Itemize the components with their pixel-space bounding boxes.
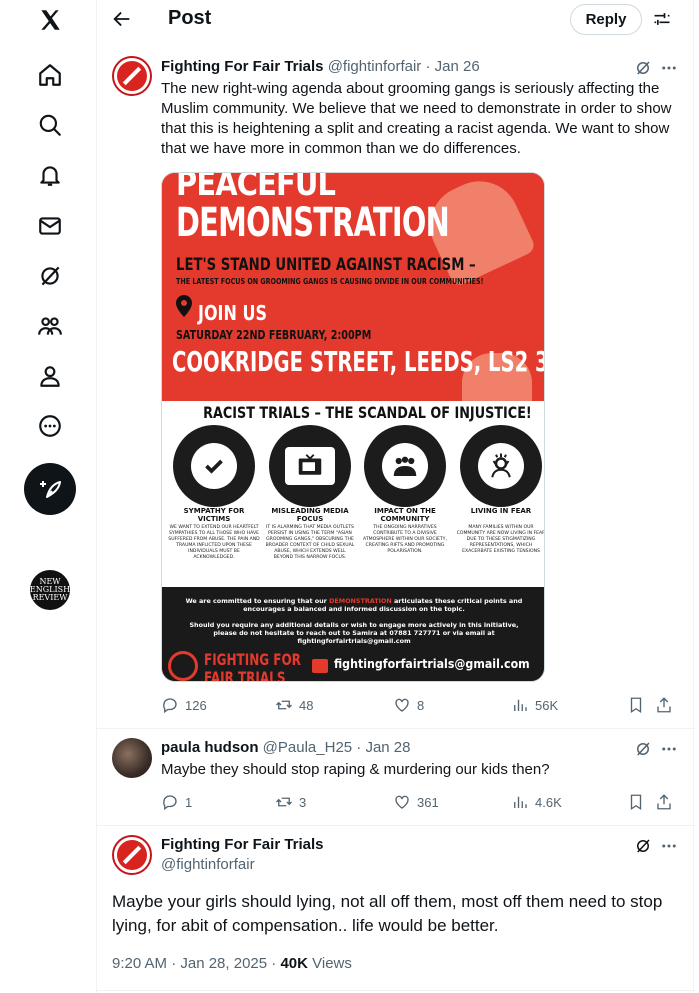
poster-join-us: JOIN US (198, 301, 267, 325)
views-chart-icon (514, 699, 527, 711)
share-icon (657, 697, 671, 713)
more-dots-icon[interactable] (659, 58, 679, 78)
community-group-icon (364, 425, 446, 507)
repost-action[interactable]: 3 (275, 791, 306, 813)
page-title: Post (168, 7, 212, 29)
tweet-header: Fighting For Fair Trials @fightinforfair… (161, 58, 480, 75)
x-logo-icon[interactable] (26, 0, 74, 44)
heart-icon (395, 795, 409, 809)
grok-icon[interactable] (633, 836, 653, 856)
settings-sliders-icon[interactable] (649, 6, 675, 32)
author-avatar[interactable] (112, 835, 152, 875)
like-action[interactable]: 8 (393, 694, 424, 716)
home-icon[interactable] (26, 51, 74, 99)
author-handle[interactable]: @Paula_H25 (263, 739, 352, 756)
divider (97, 728, 695, 729)
profile-icon[interactable] (26, 352, 74, 400)
repost-action[interactable]: 48 (275, 694, 313, 716)
notifications-bell-icon[interactable] (26, 151, 74, 199)
poster-location: COOKRIDGE STREET, LEEDS, LS2 3BA (172, 345, 545, 378)
share-action[interactable] (655, 791, 673, 813)
author-name[interactable]: paula hudson (161, 739, 259, 756)
search-icon[interactable] (26, 101, 74, 149)
tweet-date[interactable]: · Jan 26 (425, 58, 479, 75)
poster-column-title: LIVING IN FEAR (470, 507, 532, 515)
header: Post Reply (97, 0, 695, 38)
tweet-image-poster[interactable]: PEACEFUL DEMONSTRATION LET'S STAND UNITE… (161, 172, 545, 682)
tweet-timestamp: 9:20 AM · Jan 28, 2025 · 40K Views (112, 955, 352, 972)
grok-icon[interactable] (633, 739, 653, 759)
author-handle[interactable]: @fightinforfair (161, 856, 255, 873)
grok-icon[interactable] (633, 58, 653, 78)
org-logo-icon (168, 651, 198, 681)
poster-title: DEMONSTRATION (176, 200, 450, 246)
more-dots-icon[interactable] (659, 836, 679, 856)
share-icon (657, 794, 671, 810)
tweet-header: paula hudson @Paula_H25 · Jan 28 (161, 739, 411, 756)
reply-bubble-icon (163, 698, 177, 714)
more-dots-icon[interactable] (659, 739, 679, 759)
reply-button[interactable]: Reply (570, 4, 642, 35)
compose-post-button[interactable] (24, 463, 76, 515)
reply-bubble-icon (163, 795, 177, 811)
reply-author-avatar[interactable] (112, 738, 152, 778)
poster-column-title: SYMPATHY FOR VICTIMS (183, 507, 245, 523)
poster-date: SATURDAY 22ND FEBRUARY, 2:00PM (176, 328, 372, 342)
tweet-text: The new right-wing agenda about grooming… (161, 80, 672, 157)
author-avatar[interactable] (112, 56, 152, 96)
tweet-text: Maybe they should stop raping & murderin… (161, 761, 550, 778)
bookmark-action[interactable] (627, 791, 645, 813)
repost-icon (276, 700, 292, 710)
views-action[interactable]: 4.6K (511, 791, 562, 813)
tweet-actions: 126 48 8 56K (161, 694, 681, 716)
checkmark-icon (173, 425, 255, 507)
reply-action[interactable]: 1 (161, 791, 192, 813)
poster-column-body: It is alarming that media outlets persis… (265, 525, 355, 560)
feather-plus-icon (40, 481, 61, 498)
poster-subtitle-small: THE LATEST FOCUS ON GROOMING GANGS IS CA… (176, 277, 484, 286)
tv-icon (269, 425, 351, 507)
divider (97, 990, 695, 991)
divider (97, 825, 695, 826)
account-avatar[interactable]: NEW ENGLISH REVIEW (30, 570, 70, 610)
poster-subtitle: LET'S STAND UNITED AGAINST RACISM – (176, 255, 476, 275)
bookmark-icon (630, 697, 642, 714)
focused-tweet-text: Maybe your girls should lying, not all o… (112, 892, 663, 935)
email-icon (312, 659, 328, 673)
poster-title: PEACEFUL (176, 172, 336, 204)
share-action[interactable] (655, 694, 673, 716)
tweet-date[interactable]: · Jan 28 (356, 739, 410, 756)
repost-icon (276, 797, 292, 807)
poster-column-body: We want to extend our heartfelt sympathi… (168, 525, 260, 560)
fear-person-icon (460, 425, 542, 507)
messages-envelope-icon[interactable] (26, 202, 74, 250)
reply-action[interactable]: 126 (161, 694, 207, 716)
main-column: Post Reply Fighting For Fair Trials @fig… (96, 0, 695, 993)
poster-commitment-text: We are committed to ensuring that our DE… (185, 597, 523, 613)
heart-icon (395, 698, 409, 712)
communities-icon[interactable] (26, 302, 74, 350)
poster-column-title: IMPACT ON THE COMMUNITY (374, 507, 436, 523)
more-circle-icon[interactable] (26, 402, 74, 450)
poster-column-title: MISLEADING MEDIA FOCUS (271, 507, 349, 523)
poster-heading: RACIST TRIALS – THE SCANDAL OF INJUSTICE… (203, 403, 532, 422)
views-action[interactable]: 56K (511, 694, 558, 716)
left-navigation: NEW ENGLISH REVIEW (0, 0, 96, 993)
author-name[interactable]: Fighting For Fair Trials (161, 836, 324, 853)
poster-org-name: FIGHTING FOR FAIR TRIALS (204, 650, 301, 682)
tweet-actions: 1 3 361 4.6K (161, 791, 681, 813)
bookmark-icon (630, 794, 642, 811)
bookmark-action[interactable] (627, 694, 645, 716)
grok-icon[interactable] (26, 252, 74, 300)
back-arrow-icon[interactable] (109, 6, 135, 32)
like-action[interactable]: 361 (393, 791, 439, 813)
poster-contact-text: Should you require any additional detail… (189, 621, 519, 645)
author-handle[interactable]: @fightinforfair (328, 58, 422, 75)
poster-email: fightingforfairtrials@gmail.com (334, 657, 530, 671)
author-name[interactable]: Fighting For Fair Trials (161, 58, 324, 75)
location-pin-icon (176, 295, 192, 317)
views-chart-icon (514, 796, 527, 808)
poster-column-body: Many families within our community are n… (456, 525, 545, 554)
poster-column-body: The ongoing narratives contribute to a d… (363, 525, 447, 554)
